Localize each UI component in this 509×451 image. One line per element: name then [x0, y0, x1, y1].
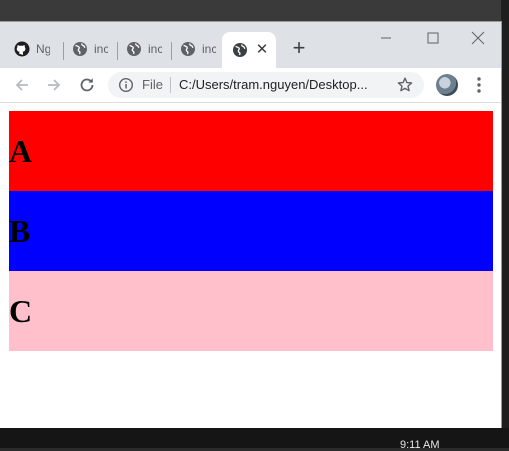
browser-window: Ng inc inc inc ✕ + File C:/Users/tram.ng… [0, 22, 501, 428]
reload-icon[interactable] [76, 74, 98, 96]
maximize-icon[interactable] [418, 28, 448, 48]
tab-strip: Ng inc inc inc ✕ + [0, 22, 501, 68]
tab-title: inc [148, 42, 162, 56]
band-c-letter: C [9, 292, 33, 329]
back-arrow-icon[interactable] [11, 74, 33, 96]
globe-icon [233, 43, 247, 57]
tab-title: Ng [36, 42, 50, 56]
tab-3[interactable]: inc [114, 34, 168, 64]
globe-icon [181, 42, 195, 56]
band-a: A [9, 111, 493, 191]
tab-title: inc [94, 42, 108, 56]
bookmark-star-icon[interactable] [396, 76, 414, 94]
address-divider [170, 77, 171, 93]
new-tab-button[interactable]: + [288, 37, 310, 59]
minimize-icon[interactable] [371, 28, 401, 48]
info-icon[interactable] [118, 77, 134, 93]
band-b-letter: B [9, 212, 31, 249]
desktop-background-top [0, 0, 509, 22]
close-window-icon[interactable] [463, 28, 493, 48]
band-c: C [9, 271, 493, 351]
close-tab-icon[interactable]: ✕ [254, 42, 270, 58]
more-vertical-icon[interactable] [470, 75, 488, 95]
page-content: A B C [0, 103, 501, 428]
globe-icon [127, 42, 141, 56]
tab-1[interactable]: Ng [2, 34, 56, 64]
profile-avatar[interactable] [436, 74, 458, 96]
taskbar-clock: 9:11 AM [400, 439, 440, 451]
tab-title: inc [202, 42, 216, 56]
github-icon [14, 41, 30, 57]
globe-icon [73, 42, 87, 56]
address-bar[interactable]: File C:/Users/tram.nguyen/Desktop... [108, 72, 424, 98]
band-a-letter: A [9, 132, 33, 169]
url-text[interactable]: C:/Users/tram.nguyen/Desktop... [179, 77, 389, 93]
scheme-label: File [142, 77, 163, 92]
tab-2[interactable]: inc [60, 34, 114, 64]
band-b: B [9, 191, 493, 271]
tab-4[interactable]: inc [168, 34, 222, 64]
forward-arrow-icon[interactable] [43, 74, 65, 96]
tab-active[interactable]: ✕ [222, 32, 276, 68]
desktop-background-right [501, 0, 509, 448]
browser-toolbar: File C:/Users/tram.nguyen/Desktop... [0, 68, 501, 103]
